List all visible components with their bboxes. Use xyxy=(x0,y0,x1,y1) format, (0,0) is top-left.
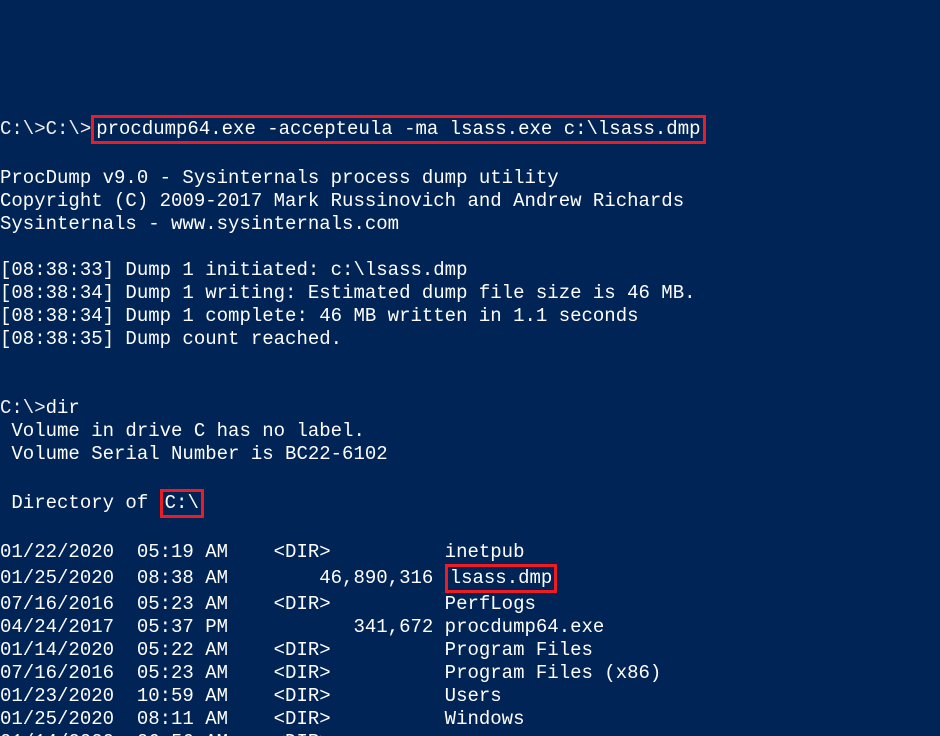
log-line: [08:38:34] Dump 1 complete: 46 MB writte… xyxy=(0,305,639,327)
banner-line: Copyright (C) 2009-2017 Mark Russinovich… xyxy=(0,190,684,212)
dir-row: 01/14/2020 06:56 AM <DIR> xampp xyxy=(0,731,502,736)
log-line: [08:38:35] Dump count reached. xyxy=(0,328,342,350)
log-line: [08:38:33] Dump 1 initiated: c:\lsass.dm… xyxy=(0,259,467,281)
banner-line: ProcDump v9.0 - Sysinternals process dum… xyxy=(0,167,559,189)
dir-row: 01/22/2020 05:19 AM <DIR> inetpub xyxy=(0,541,525,563)
dir-row: 04/24/2017 05:37 PM 341,672 procdump64.e… xyxy=(0,616,604,638)
volume-line: Volume in drive C has no label. xyxy=(0,420,365,442)
terminal-output[interactable]: C:\>C:\>procdump64.exe -accepteula -ma l… xyxy=(0,115,940,736)
prompt: C:\> xyxy=(0,397,46,419)
dir-command: dir xyxy=(46,397,80,419)
dir-row: 07/16/2016 05:23 AM <DIR> Program Files … xyxy=(0,662,661,684)
log-line: [08:38:34] Dump 1 writing: Estimated dum… xyxy=(0,282,696,304)
highlight-path: C:\ xyxy=(160,489,204,518)
dir-row: 01/23/2020 10:59 AM <DIR> Users xyxy=(0,685,502,707)
prompt: C:\>C:\> xyxy=(0,118,91,140)
dir-row: 07/16/2016 05:23 AM <DIR> PerfLogs xyxy=(0,593,536,615)
directory-of-prefix: Directory of xyxy=(0,492,160,514)
dir-row-prefix: 01/25/2020 08:38 AM 46,890,316 xyxy=(0,567,445,589)
dir-row: 01/14/2020 05:22 AM <DIR> Program Files xyxy=(0,639,593,661)
dir-row: 01/25/2020 08:11 AM <DIR> Windows xyxy=(0,708,525,730)
dir-row-file: lsass.dmp xyxy=(450,567,553,589)
directory-path: C:\ xyxy=(165,492,199,514)
highlight-command: procdump64.exe -accepteula -ma lsass.exe… xyxy=(91,115,705,144)
highlight-file: lsass.dmp xyxy=(445,564,558,593)
command-text: procdump64.exe -accepteula -ma lsass.exe… xyxy=(96,118,700,140)
volume-line: Volume Serial Number is BC22-6102 xyxy=(0,443,388,465)
banner-line: Sysinternals - www.sysinternals.com xyxy=(0,213,399,235)
